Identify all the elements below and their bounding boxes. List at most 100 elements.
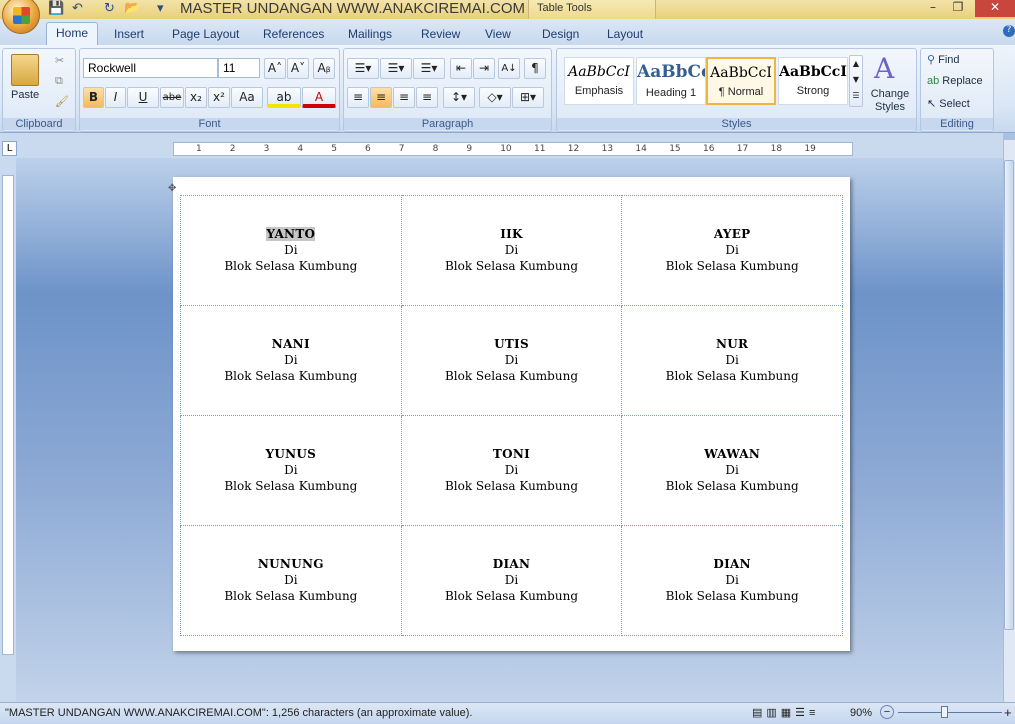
select-button[interactable]: ↖ Select <box>927 97 970 110</box>
shrink-font-button[interactable]: A˅ <box>287 58 309 79</box>
label-cell[interactable]: NUNUNG Di Blok Selasa Kumbung <box>180 525 402 636</box>
tab-layout[interactable]: Layout <box>598 24 652 44</box>
label-line-di: Di <box>504 573 519 587</box>
format-painter-icon[interactable]: 🖌 <box>55 95 69 108</box>
change-styles-button[interactable]: Change Styles <box>870 88 910 114</box>
tab-mailings[interactable]: Mailings <box>339 24 401 44</box>
label-cell[interactable]: NANI Di Blok Selasa Kumbung <box>180 305 402 416</box>
borders-button[interactable]: ⊞▾ <box>512 87 544 108</box>
grow-font-button[interactable]: A˄ <box>264 58 286 79</box>
scrollbar-thumb[interactable] <box>1004 160 1014 630</box>
cut-icon[interactable]: ✂ <box>55 54 64 67</box>
tab-home[interactable]: Home <box>46 22 99 46</box>
label-name: UTIS <box>494 337 529 351</box>
bullets-button[interactable]: ☰▾ <box>347 58 379 79</box>
style-sample: AaBbCcI <box>710 65 772 81</box>
label-address: Blok Selasa Kumbung <box>224 259 358 273</box>
ruler-mark: 13 <box>601 144 614 154</box>
label-line-di: Di <box>284 463 298 477</box>
styles-scroll[interactable]: ▲ ▼ ☰ <box>849 55 863 107</box>
redo-icon[interactable]: ↻ <box>104 1 115 16</box>
tab-references[interactable]: References <box>254 24 333 44</box>
show-formatting-button[interactable]: ¶ <box>524 58 546 79</box>
label-name: YUNUS <box>265 447 317 461</box>
ruler-mark: 8 <box>432 144 439 154</box>
label-name: NANI <box>271 337 310 351</box>
copy-icon[interactable]: ⧉ <box>55 75 63 88</box>
tab-insert[interactable]: Insert <box>105 24 153 44</box>
font-name-select[interactable]: Rockwell <box>83 58 218 78</box>
center-button[interactable]: ≡ <box>370 87 392 108</box>
style-heading-1[interactable]: AaBbCc Heading 1 <box>636 57 706 105</box>
tab-selector[interactable]: L <box>2 141 17 156</box>
sort-button[interactable]: A↓ <box>498 58 520 79</box>
label-cell[interactable]: WAWAN Di Blok Selasa Kumbung <box>621 415 843 526</box>
close-button[interactable]: ✕ <box>975 0 1015 17</box>
zoom-level[interactable]: 90% <box>850 707 872 719</box>
zoom-out-button[interactable]: − <box>880 705 894 719</box>
numbering-button[interactable]: ☰▾ <box>380 58 412 79</box>
decrease-indent-button[interactable]: ⇤ <box>450 58 472 79</box>
strikethrough-button[interactable]: abe <box>160 87 184 108</box>
maximize-button[interactable]: ❐ <box>945 0 971 17</box>
status-bar: "MASTER UNDANGAN WWW.ANAKCIREMAI.COM": 1… <box>0 702 1015 724</box>
label-table[interactable]: YANTO Di Blok Selasa Kumbung IIK Di Blok Sela… <box>180 195 843 636</box>
increase-indent-button[interactable]: ⇥ <box>473 58 495 79</box>
label-cell[interactable]: DIAN Di Blok Selasa Kumbung <box>621 525 843 636</box>
open-icon[interactable]: 📂 <box>124 1 140 16</box>
minimize-button[interactable]: – <box>920 0 946 17</box>
clear-formatting-button[interactable]: Aᵦ <box>313 58 335 79</box>
find-button[interactable]: ⚲ Find <box>927 53 960 66</box>
window-title: MASTER UNDANGAN WWW.ANAKCIREMAI.COM ... <box>180 0 542 17</box>
style-normal[interactable]: AaBbCcI ¶ Normal <box>706 57 776 105</box>
font-size-select[interactable]: 11 <box>218 58 260 78</box>
label-cell[interactable]: YANTO Di Blok Selasa Kumbung <box>180 195 402 306</box>
document-page[interactable]: ✥ YANTO Di Blok Selasa Kumbung IIK Di Blok Se… <box>168 177 850 651</box>
table-move-handle-icon[interactable]: ✥ <box>168 183 176 194</box>
bold-button[interactable]: B <box>83 87 104 108</box>
ruler-mark: 17 <box>736 144 749 154</box>
align-left-button[interactable]: ≡ <box>347 87 369 108</box>
help-icon[interactable]: ? <box>1003 25 1015 37</box>
style-strong[interactable]: AaBbCcI Strong <box>778 57 848 105</box>
highlight-button[interactable]: ab <box>267 87 301 108</box>
superscript-button[interactable]: x² <box>208 87 230 108</box>
vertical-ruler[interactable] <box>2 175 14 655</box>
style-emphasis[interactable]: AaBbCcI Emphasis <box>564 57 634 105</box>
save-icon[interactable]: 💾 <box>48 1 64 16</box>
underline-button[interactable]: U <box>127 87 159 108</box>
justify-button[interactable]: ≡ <box>416 87 438 108</box>
replace-button[interactable]: ab Replace <box>927 75 983 87</box>
ruler-mark: 9 <box>466 144 473 154</box>
label-cell[interactable]: NUR Di Blok Selasa Kumbung <box>621 305 843 416</box>
italic-button[interactable]: I <box>105 87 126 108</box>
label-cell[interactable]: TONI Di Blok Selasa Kumbung <box>400 415 623 526</box>
tab-review[interactable]: Review <box>412 24 469 44</box>
change-case-button[interactable]: Aa <box>231 87 263 108</box>
align-right-button[interactable]: ≡ <box>393 87 415 108</box>
label-cell[interactable]: IIK Di Blok Selasa Kumbung <box>400 195 623 306</box>
line-spacing-button[interactable]: ↕▾ <box>443 87 475 108</box>
zoom-slider-thumb[interactable] <box>941 706 949 718</box>
horizontal-ruler[interactable]: 1 2 3 4 5 6 7 8 9 10 11 12 13 14 15 16 17 18 19 <box>173 142 853 156</box>
label-cell[interactable]: AYEP Di Blok Selasa Kumbung <box>621 195 843 306</box>
style-name: Strong <box>796 85 830 97</box>
font-color-button[interactable]: A <box>302 87 336 108</box>
label-cell[interactable]: DIAN Di Blok Selasa Kumbung <box>400 525 623 636</box>
label-cell[interactable]: UTIS Di Blok Selasa Kumbung <box>400 305 623 416</box>
label-address: Blok Selasa Kumbung <box>444 259 579 273</box>
label-address: Blok Selasa Kumbung <box>444 369 579 383</box>
tab-page-layout[interactable]: Page Layout <box>163 24 248 44</box>
paste-button[interactable]: Paste <box>11 89 39 101</box>
zoom-in-button[interactable]: + <box>1004 705 1012 720</box>
tab-view[interactable]: View <box>476 24 520 44</box>
subscript-button[interactable]: x₂ <box>185 87 207 108</box>
tab-design[interactable]: Design <box>533 24 588 44</box>
undo-icon[interactable]: ↶ <box>72 1 83 16</box>
label-cell[interactable]: YUNUS Di Blok Selasa Kumbung <box>180 415 402 526</box>
shading-button[interactable]: ◇▾ <box>479 87 511 108</box>
zoom-slider[interactable] <box>898 712 1002 713</box>
multilevel-list-button[interactable]: ☰▾ <box>413 58 445 79</box>
view-buttons[interactable]: ▤▥▦☰≡ <box>752 706 819 719</box>
customize-qat-icon[interactable]: ▾ <box>157 1 164 16</box>
